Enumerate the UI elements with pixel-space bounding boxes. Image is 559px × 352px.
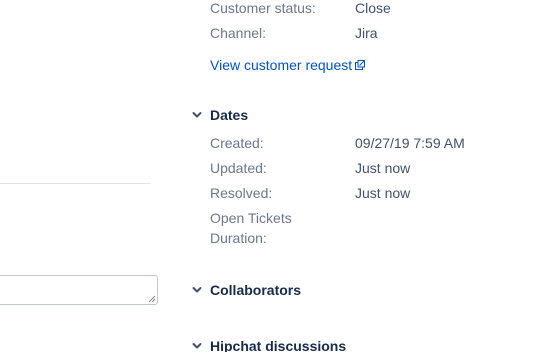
chevron-down-icon xyxy=(192,112,202,118)
view-customer-request-link[interactable]: View customer request xyxy=(210,55,366,75)
resize-grip-icon[interactable] xyxy=(148,295,156,303)
dates-section-toggle[interactable]: Dates xyxy=(190,105,248,125)
hipchat-section-title: Hipchat discussions xyxy=(210,338,347,352)
external-link-icon xyxy=(355,60,366,70)
comment-textarea[interactable] xyxy=(0,275,158,305)
chevron-down-icon xyxy=(192,287,202,293)
created-value: 09/27/19 7:59 AM xyxy=(355,135,465,151)
customer-status-label: Customer status: xyxy=(210,0,316,16)
customer-status-value: Close xyxy=(355,0,391,16)
divider xyxy=(0,183,150,184)
view-customer-request-label[interactable]: View customer request xyxy=(210,57,352,73)
collaborators-section-title: Collaborators xyxy=(210,282,302,298)
dates-section-title: Dates xyxy=(210,107,249,123)
hipchat-section-toggle[interactable]: Hipchat discussions xyxy=(190,336,346,352)
issue-detail-page: Customer status: Close Channel: Jira Vie… xyxy=(0,0,559,352)
resolved-value: Just now xyxy=(355,185,411,201)
resolved-label: Resolved: xyxy=(210,185,273,201)
updated-value: Just now xyxy=(355,160,411,176)
channel-value: Jira xyxy=(355,25,378,41)
open-tickets-duration-label: Open Tickets Duration: xyxy=(210,210,292,246)
created-label: Created: xyxy=(210,135,264,151)
channel-label: Channel: xyxy=(210,25,267,41)
updated-label: Updated: xyxy=(210,160,267,176)
chevron-down-icon xyxy=(192,343,202,349)
collaborators-section-toggle[interactable]: Collaborators xyxy=(190,280,301,300)
